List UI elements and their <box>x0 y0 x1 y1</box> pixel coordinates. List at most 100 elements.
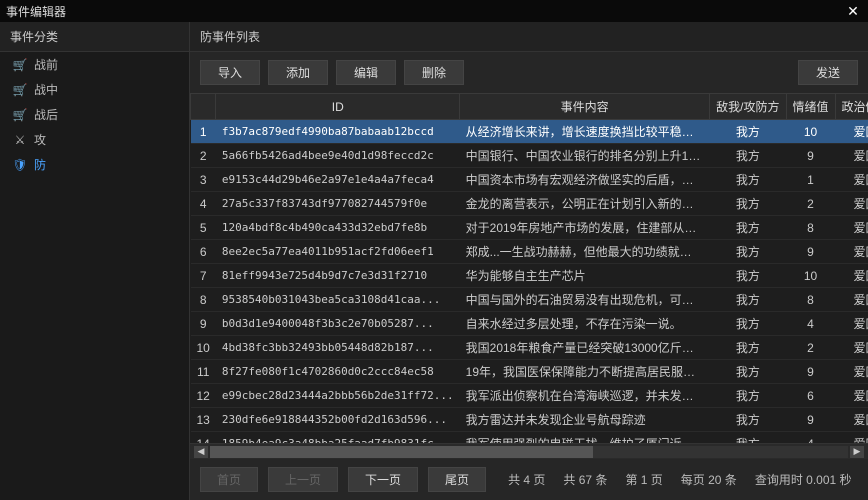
sidebar-item-3[interactable]: ⚔攻 <box>0 127 189 152</box>
cell: 4bd38fc3bb32493bb05448d82b187... <box>216 336 460 360</box>
column-header[interactable]: 政治倾向 <box>835 94 868 120</box>
cell: 郑成...一生战功赫赫，但他最大的功绩就是收复和建... <box>460 240 710 264</box>
cell: 9538540b031043bea5ca3108d41caa... <box>216 288 460 312</box>
sidebar-item-4[interactable]: 🛡防 <box>0 152 189 177</box>
send-button[interactable]: 发送 <box>798 60 858 85</box>
cart-icon: 🛒 <box>12 82 28 98</box>
sidebar-item-2[interactable]: 🛒 战后 <box>0 102 189 127</box>
cell: 120a4bdf8c4b490ca433d32ebd7fe8b <box>216 216 460 240</box>
cell: 爱国 <box>835 168 868 192</box>
sidebar-item-label: 攻 <box>34 131 46 148</box>
cell: 9 <box>786 360 835 384</box>
cell: 230dfe6e918844352b00fd2d163d596... <box>216 408 460 432</box>
cell: 我方 <box>710 288 786 312</box>
cell: 我军派出侦察机在台湾海峡巡逻，并未发现F/A-18大黄... <box>460 384 710 408</box>
cell: 4 <box>786 432 835 444</box>
table-row[interactable]: 3e9153c44d29b46e2a97e1e4a4a7feca4中国资本市场有… <box>191 168 868 192</box>
table-row[interactable]: 12e99cbec28d23444a2bbb56b2de31ff72...我军派… <box>191 384 868 408</box>
cell: 14 <box>191 432 216 444</box>
cell: 7 <box>191 264 216 288</box>
table-row[interactable]: 781eff9943e725d4b9d7c7e3d31f2710华为能够自主生产… <box>191 264 868 288</box>
cell: 1 <box>191 120 216 144</box>
table-row[interactable]: 1f3b7ac879edf4990ba87babaab12bccd从经济增长来讲… <box>191 120 868 144</box>
add-button[interactable]: 添加 <box>268 60 328 85</box>
table-row[interactable]: 104bd38fc3bb32493bb05448d82b187...我国2018… <box>191 336 868 360</box>
panel-title: 防事件列表 <box>190 22 868 52</box>
table-row[interactable]: 8 9538540b031043bea5ca3108d41caa...中国与国外的… <box>191 288 868 312</box>
table-row[interactable]: 427a5c337f83743df977082744579f0e金龙的离营表示，… <box>191 192 868 216</box>
table-row[interactable]: 68ee2ec5a77ea4011b951acf2fd06eef1郑成...一生… <box>191 240 868 264</box>
first-page-button[interactable]: 首页 <box>200 467 258 492</box>
cell: 8 <box>786 216 835 240</box>
cell: 4 <box>786 312 835 336</box>
cell: 华为能够自主生产芯片 <box>460 264 710 288</box>
pagination-footer: 首页 上一页 下一页 尾页 共 4 页 共 67 条 第 1 页 每页 20 条… <box>190 459 868 500</box>
cell: e99cbec28d23444a2bbb56b2de31ff72... <box>216 384 460 408</box>
column-header[interactable] <box>191 94 216 120</box>
sidebar-item-0[interactable]: 🛒 战前 <box>0 52 189 77</box>
next-page-button[interactable]: 下一页 <box>348 467 418 492</box>
cell: 3 <box>191 168 216 192</box>
sidebar-header: 事件分类 <box>0 22 189 52</box>
cell: 中国银行、中国农业银行的排名分别上升1位和2位，与... <box>460 144 710 168</box>
cell: 我方 <box>710 216 786 240</box>
table-row[interactable]: 9b0d3d1e9400048f3b3c2e70b05287...自来水经过多层… <box>191 312 868 336</box>
cell: 8 <box>786 288 835 312</box>
cell: 爱国 <box>835 408 868 432</box>
sidebar-item-label: 战中 <box>34 81 58 98</box>
cell: 我方 <box>710 384 786 408</box>
table-row[interactable]: 25a66fb5426ad4bee9e40d1d98feccd2c中国银行、中国… <box>191 144 868 168</box>
cell: 9 <box>786 408 835 432</box>
cell: 我方 <box>710 312 786 336</box>
edit-button[interactable]: 编辑 <box>336 60 396 85</box>
cell: 10 <box>786 120 835 144</box>
cell: 爱国 <box>835 336 868 360</box>
cell: 81eff9943e725d4b9d7c7e3d31f2710 <box>216 264 460 288</box>
table-row[interactable]: 118f27fe080f1c4702860d0c2ccc84ec5819年，我国… <box>191 360 868 384</box>
cell: 2 <box>786 336 835 360</box>
cell: 自来水经过多层处理，不存在污染一说。 <box>460 312 710 336</box>
sidebar: 事件分类 🛒战前🛒战中🛒战后⚔攻🛡防 <box>0 22 190 500</box>
cell: 1859b4ea9c3a48bba25faad7fb9831fc <box>216 432 460 444</box>
sidebar-item-label: 战后 <box>34 106 58 123</box>
cell: 2 <box>191 144 216 168</box>
cell: 13 <box>191 408 216 432</box>
cell: 中国与国外的石油贸易没有出现危机，可以继续供应。... <box>460 288 710 312</box>
sidebar-item-label: 防 <box>34 156 46 173</box>
import-button[interactable]: 导入 <box>200 60 260 85</box>
cell: b0d3d1e9400048f3b3c2e70b05287... <box>216 312 460 336</box>
horizontal-scrollbar[interactable]: ◀ ▶ <box>190 443 868 459</box>
sidebar-item-label: 战前 <box>34 56 58 73</box>
table-scroll[interactable]: ID事件内容敌我/攻防方情绪值政治倾向产生时机插入时间 1f3b7ac879ed… <box>190 93 868 443</box>
cell: 11 <box>191 360 216 384</box>
close-icon[interactable]: ✕ <box>844 2 862 20</box>
cell: 我方雷达并未发现企业号航母踪迹 <box>460 408 710 432</box>
cell: 5a66fb5426ad4bee9e40d1d98feccd2c <box>216 144 460 168</box>
sword-icon: ⚔ <box>12 132 28 148</box>
cell: 4 <box>191 192 216 216</box>
table-row[interactable]: 13230dfe6e918844352b00fd2d163d596...我方雷达… <box>191 408 868 432</box>
scroll-left-icon[interactable]: ◀ <box>194 446 208 458</box>
column-header[interactable]: 敌我/攻防方 <box>710 94 786 120</box>
cell: 爱国 <box>835 384 868 408</box>
table-row[interactable]: 141859b4ea9c3a48bba25faad7fb9831fc我军使用强烈… <box>191 432 868 444</box>
cart-icon: 🛒 <box>12 107 28 123</box>
scroll-right-icon[interactable]: ▶ <box>850 446 864 458</box>
cell: 我方 <box>710 432 786 444</box>
column-header[interactable]: 事件内容 <box>460 94 710 120</box>
cell: 我方 <box>710 120 786 144</box>
sidebar-item-1[interactable]: 🛒 战中 <box>0 77 189 102</box>
cell: 8ee2ec5a77ea4011b951acf2fd06eef1 <box>216 240 460 264</box>
delete-button[interactable]: 删除 <box>404 60 464 85</box>
cell: 爱国 <box>835 432 868 444</box>
column-header[interactable]: 情绪值 <box>786 94 835 120</box>
column-header[interactable]: ID <box>216 94 460 120</box>
cart-icon: 🛒 <box>12 57 28 73</box>
cell: 爱国 <box>835 288 868 312</box>
cell: 10 <box>191 336 216 360</box>
cell: 爱国 <box>835 312 868 336</box>
last-page-button[interactable]: 尾页 <box>428 467 486 492</box>
prev-page-button[interactable]: 上一页 <box>268 467 338 492</box>
table-row[interactable]: 5120a4bdf8c4b490ca433d32ebd7fe8b对于2019年房… <box>191 216 868 240</box>
scroll-thumb[interactable] <box>210 446 593 458</box>
